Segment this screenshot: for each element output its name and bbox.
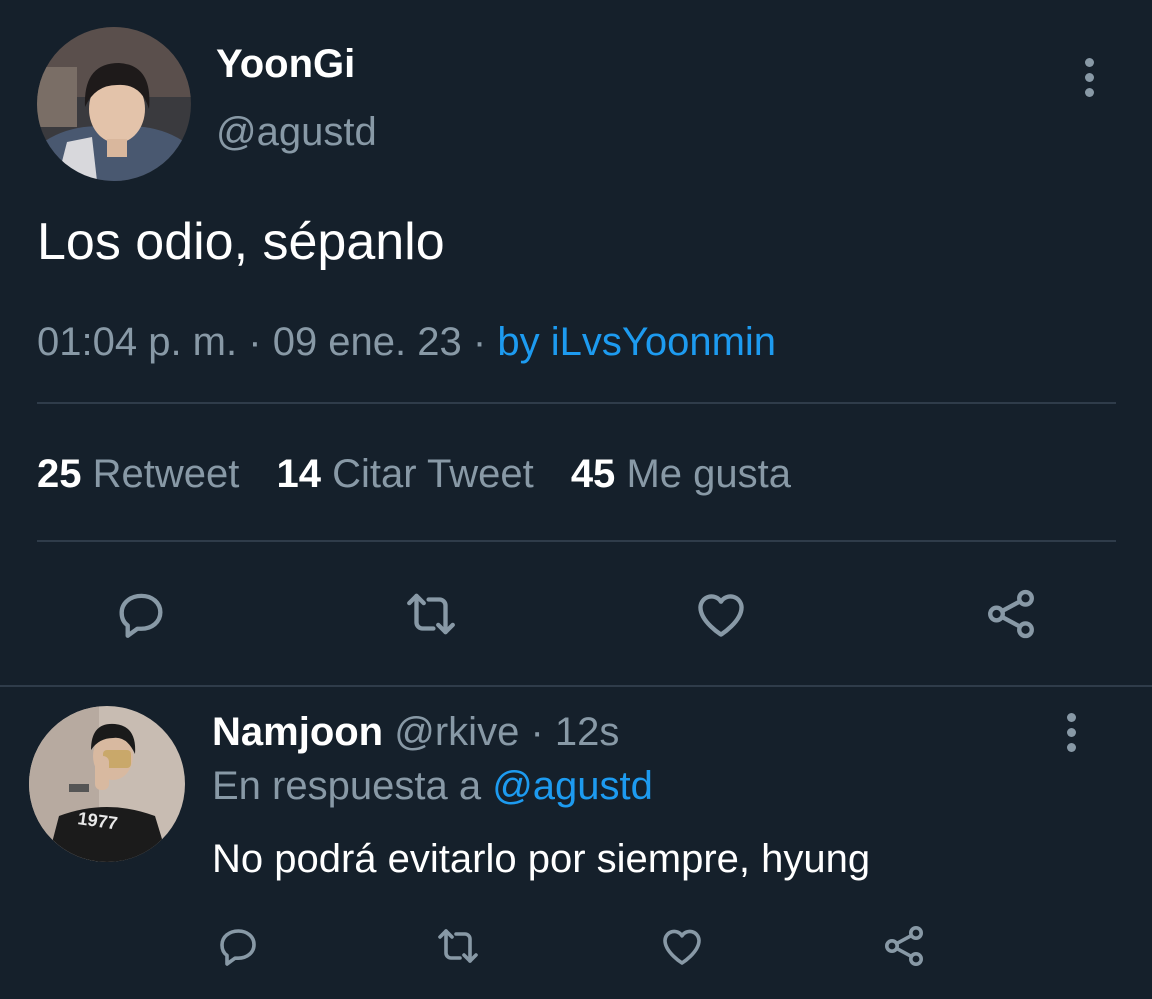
reply-text: No podrá evitarlo por siempre, hyung [212, 837, 871, 881]
quotes-count: 14 [276, 452, 322, 496]
tweet-date: 09 ene. 23 [272, 320, 462, 364]
tweet-time: 01:04 p. m. [37, 320, 238, 364]
quotes-stat[interactable]: 14 Citar Tweet [277, 452, 545, 496]
author-handle[interactable]: @agustd [216, 108, 377, 156]
tweet-meta: 01:04 p. m. · 09 ene. 23 · by iLvsYoonmi… [37, 318, 776, 366]
replying-to-label: En respuesta a [212, 764, 482, 808]
more-vertical-icon[interactable] [1082, 58, 1096, 97]
reply-author-avatar[interactable]: 1977 [29, 706, 185, 862]
retweets-stat[interactable]: 25 Retweet [37, 452, 251, 496]
share-button[interactable] [982, 585, 1040, 643]
tweet-text: Los odio, sépanlo [37, 213, 445, 271]
quotes-label: Citar Tweet [332, 452, 534, 496]
likes-stat[interactable]: 45 Me gusta [571, 452, 791, 496]
heart-icon [698, 594, 744, 637]
tweet-stats: 25 Retweet 14 Citar Tweet 45 Me gusta [37, 450, 791, 498]
retweets-count: 25 [37, 452, 82, 496]
reply-author-handle[interactable]: @rkive [394, 710, 519, 754]
replying-to-handle[interactable]: @agustd [492, 764, 653, 808]
author-name[interactable]: YoonGi [216, 40, 355, 88]
replying-to: En respuesta a @agustd [212, 762, 653, 810]
reply-reply-button[interactable] [214, 922, 262, 970]
divider [37, 402, 1116, 404]
retweet-icon [438, 929, 478, 963]
share-icon [885, 926, 923, 966]
reply-header: Namjoon @rkive · 12s [212, 708, 619, 756]
reply-more-vertical-icon[interactable] [1064, 713, 1078, 752]
meta-separator: · [472, 320, 487, 364]
reply-icon [119, 593, 163, 638]
author-avatar[interactable] [37, 27, 191, 181]
heart-icon [663, 929, 701, 965]
reply-share-button[interactable] [880, 922, 928, 970]
like-button[interactable] [692, 585, 750, 643]
divider [37, 540, 1116, 542]
reply-author-name[interactable]: Namjoon [212, 710, 383, 754]
reply-time: 12s [554, 710, 620, 754]
reply-time-separator: · [530, 710, 544, 754]
reply-like-button[interactable] [658, 922, 706, 970]
retweets-label: Retweet [92, 452, 240, 496]
meta-separator: · [248, 320, 262, 364]
likes-count: 45 [570, 452, 616, 496]
reply-icon [220, 929, 256, 966]
reply-button[interactable] [112, 585, 170, 643]
reply-retweet-button[interactable] [432, 922, 484, 970]
divider [0, 685, 1152, 687]
retweet-button[interactable] [400, 585, 462, 643]
share-icon [988, 589, 1034, 639]
likes-label: Me gusta [626, 452, 791, 496]
tweet-source-link[interactable]: by iLvsYoonmin [497, 320, 776, 364]
retweet-icon [407, 593, 455, 635]
